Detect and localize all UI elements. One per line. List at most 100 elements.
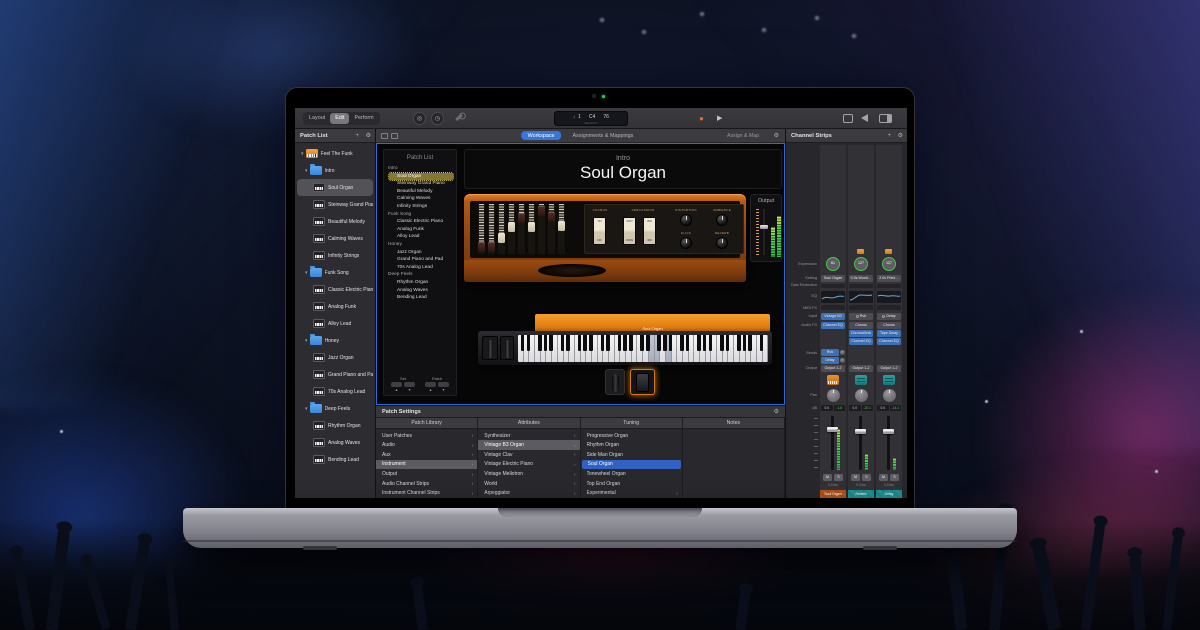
sidebar-item-rhythm-organ[interactable]: Rhythm Organ — [297, 417, 373, 434]
record-button[interactable]: ● — [697, 114, 706, 123]
audio-fx-slot[interactable]: Channel EQ — [821, 322, 845, 329]
monitor-icon[interactable] — [381, 133, 388, 139]
expression-knob[interactable]: 127 — [854, 257, 868, 271]
audio-fx-slot[interactable]: Channel EQ — [877, 338, 901, 345]
channel-strips-panel-toggle[interactable] — [879, 114, 892, 123]
library-item-progressive-organ[interactable]: Progressive Organ — [581, 431, 682, 441]
layout-mode-button[interactable]: Layout — [304, 113, 330, 124]
sidebar-item-soul-organ[interactable]: Soul Organ — [297, 179, 373, 196]
solo-button[interactable]: S — [890, 474, 899, 481]
piano-key-black[interactable] — [561, 335, 565, 351]
piano-key[interactable] — [763, 335, 768, 362]
sidebar-item-grand-piano-and-pad[interactable]: Grand Piano and Pad — [297, 366, 373, 383]
patch-item-infinity-strings[interactable]: Infinity Strings — [389, 203, 453, 211]
audio-fx-slot[interactable]: Tape Delay — [877, 330, 901, 337]
output-button[interactable]: Output 1-2 — [849, 365, 873, 372]
reverb-knob[interactable] — [716, 237, 728, 249]
drawbar[interactable] — [518, 204, 525, 254]
patch-item-jazz-organ[interactable]: Jazz Organ — [389, 249, 453, 257]
mod-wheel[interactable] — [500, 336, 514, 360]
send-slot[interactable]: Rvb — [821, 349, 845, 356]
sidebar-folder-funk-song[interactable]: ▾Funk Song — [297, 264, 373, 281]
patch-item-steinway-grand-piano[interactable]: Steinway Grand Piano — [389, 180, 453, 188]
library-item-side-man-organ[interactable]: Side Man Organ — [581, 450, 682, 460]
piano-key-black[interactable] — [697, 335, 701, 351]
pan-knob[interactable] — [827, 389, 840, 402]
patch-list-gear-icon[interactable]: ⚙ — [366, 129, 371, 143]
library-item-arpeggiator[interactable]: Arpeggiator› — [478, 488, 579, 498]
tab-tuning[interactable]: Tuning — [581, 418, 683, 429]
piano-key-black[interactable] — [527, 335, 531, 351]
tab-notes[interactable]: Notes — [683, 418, 785, 429]
sidebar-item-infinity-strings[interactable]: Infinity Strings — [297, 247, 373, 264]
piano-key-black[interactable] — [589, 335, 593, 351]
patch-item-analog-funk[interactable]: Analog Funk — [389, 226, 453, 234]
piano-key-black[interactable] — [680, 335, 684, 351]
set-next-button[interactable] — [404, 382, 415, 387]
solo-button[interactable]: S — [862, 474, 871, 481]
drawbar[interactable] — [498, 204, 505, 254]
patch-item-beautiful-melody[interactable]: Beautiful Melody — [389, 188, 453, 196]
output-button[interactable]: Output 1-2 — [877, 365, 901, 372]
patch-next-button[interactable] — [438, 382, 449, 387]
library-item-output[interactable]: Output› — [376, 469, 477, 479]
input-slot[interactable]: Vintage B3 — [821, 313, 845, 320]
piano-key-black[interactable] — [760, 335, 764, 351]
output-fader[interactable] — [763, 209, 765, 255]
send-knob[interactable] — [840, 358, 845, 363]
patch-item-alloy-lead[interactable]: Alloy Lead — [389, 233, 453, 241]
piano-key-black[interactable] — [521, 335, 525, 351]
sidebar-item-classic-electric-piano[interactable]: Classic Electric Piano — [297, 281, 373, 298]
piano-key-black[interactable] — [657, 335, 661, 351]
sidebar-item-bending-lead[interactable]: Bending Lead — [297, 451, 373, 468]
eq-display[interactable] — [849, 291, 873, 303]
eq-display[interactable] — [821, 291, 845, 303]
drawbar[interactable] — [538, 204, 545, 254]
patch-settings-gear-icon[interactable]: ⚙ — [774, 406, 779, 418]
workspace-gear-icon[interactable]: ⚙ — [774, 132, 779, 139]
disclosure-icon[interactable]: ▾ — [305, 270, 308, 276]
volume-fader[interactable] — [848, 415, 874, 471]
sidebar-folder-intro[interactable]: ▾Intro — [297, 162, 373, 179]
piano-key-black[interactable] — [743, 335, 747, 351]
piano-key-black[interactable] — [646, 335, 650, 351]
piano-key-black[interactable] — [606, 335, 610, 351]
disclosure-icon[interactable]: ▾ — [305, 168, 308, 174]
eq-display[interactable] — [877, 291, 901, 303]
volume-fader[interactable] — [876, 415, 902, 471]
library-item-instrument[interactable]: Instrument› — [376, 460, 477, 470]
output-fader-cap[interactable] — [760, 225, 768, 229]
library-item-synthesizer[interactable]: Synthesizer› — [478, 431, 579, 441]
library-item-vintage-electric-piano[interactable]: Vintage Electric Piano› — [478, 460, 579, 470]
perform-mode-button[interactable]: Perform — [349, 113, 378, 124]
piano-key-black[interactable] — [703, 335, 707, 351]
channel-strips-gear-icon[interactable]: ⚙ — [898, 129, 903, 143]
library-item-instrument-channel-strips[interactable]: Instrument Channel Strips› — [376, 488, 477, 498]
distortion-knob[interactable] — [680, 214, 692, 226]
sidebar-item-steinway-grand-piano[interactable]: Steinway Grand Piano — [297, 196, 373, 213]
sidebar-item-analog-waves[interactable]: Analog Waves — [297, 434, 373, 451]
fader-cap[interactable] — [883, 429, 894, 434]
input-slot[interactable]: Delay — [877, 313, 901, 320]
library-item-soul-organ[interactable]: Soul Organ — [582, 460, 681, 470]
audio-fx-slot[interactable]: ChromaVerb — [849, 330, 873, 337]
library-item-world[interactable]: World› — [478, 479, 579, 489]
sidebar-item-analog-funk[interactable]: Analog Funk — [297, 298, 373, 315]
click-knob[interactable] — [680, 237, 692, 249]
patch-item-soul-organ[interactable]: Soul Organ — [389, 173, 453, 181]
solo-button[interactable]: S — [834, 474, 843, 481]
tab-workspace[interactable]: Workspace — [521, 131, 562, 140]
piano-key-black[interactable] — [663, 335, 667, 351]
foot-switch[interactable] — [630, 369, 655, 395]
sidebar-item-calming-waves[interactable]: Calming Waves — [297, 230, 373, 247]
piano-key-black[interactable] — [549, 335, 553, 351]
piano-key-black[interactable] — [640, 335, 644, 351]
drawbar[interactable] — [478, 204, 485, 254]
drawbar[interactable] — [548, 204, 555, 254]
library-item-vintage-mellotron[interactable]: Vintage Mellotron› — [478, 469, 579, 479]
strip-name-plate[interactable]: Delay — [876, 490, 902, 498]
disclosure-icon[interactable]: ▾ — [305, 406, 308, 412]
sidebar-folder-honey[interactable]: ▾Honey — [297, 332, 373, 349]
sidebar-concert-feel-the-funk[interactable]: ▾Feel The Funk — [297, 145, 373, 162]
piano-key-black[interactable] — [748, 335, 752, 351]
